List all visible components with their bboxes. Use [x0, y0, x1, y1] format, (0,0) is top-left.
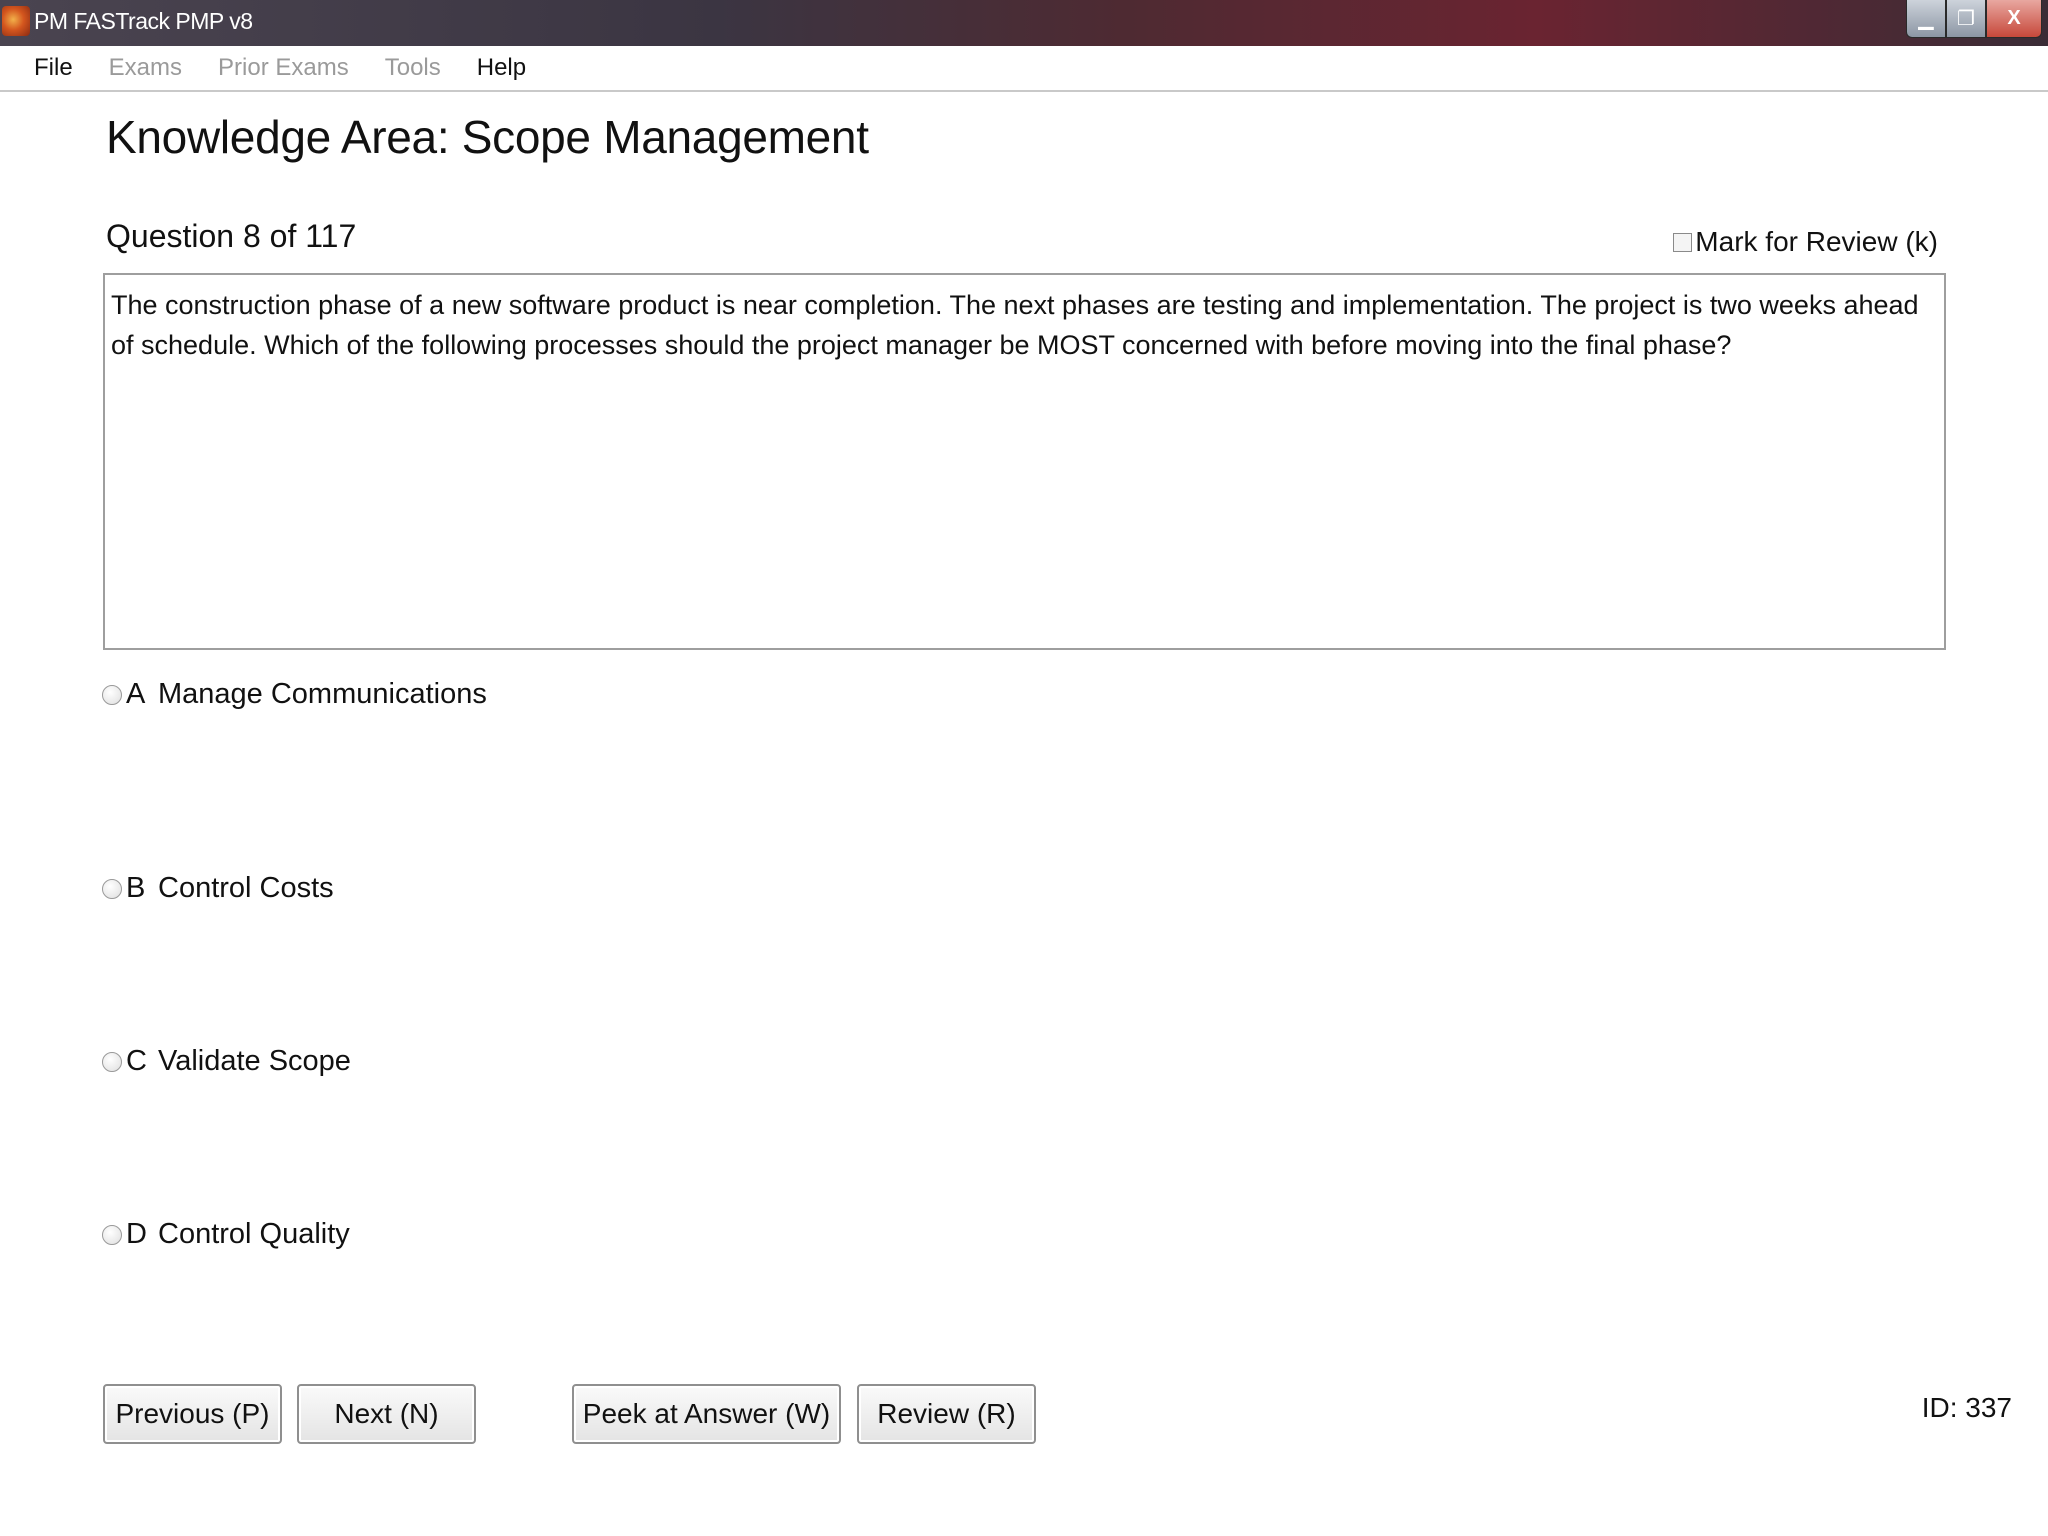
menu-help[interactable]: Help: [459, 54, 544, 82]
menu-tools: Tools: [384, 54, 441, 81]
answer-b-text: Control Costs: [158, 872, 334, 904]
menu-file[interactable]: File: [0, 54, 91, 82]
previous-button[interactable]: Previous (P): [103, 1384, 282, 1444]
mark-for-review[interactable]: Mark for Review (k): [1673, 226, 1938, 258]
knowledge-area-heading: Knowledge Area: Scope Management: [106, 111, 869, 163]
menu-exams: Exams: [108, 54, 183, 81]
window-title: PM FASTrack PMP v8: [34, 8, 253, 34]
answer-c-radio[interactable]: [102, 1051, 122, 1072]
menu-bar: File Exams Prior Exams Tools Help: [0, 46, 2048, 92]
restore-button[interactable]: ❐: [1946, 0, 1986, 38]
close-icon: X: [2007, 7, 2021, 29]
mark-for-review-label: Mark for Review (k): [1695, 226, 1938, 257]
answer-a-text: Manage Communications: [158, 678, 487, 710]
question-text: The construction phase of a new software…: [111, 290, 1919, 360]
answer-b-letter: B: [126, 872, 146, 904]
app-icon[interactable]: [2, 6, 30, 36]
answer-d-text: Control Quality: [158, 1218, 350, 1250]
question-id: ID: 337: [1921, 1392, 2012, 1423]
answer-a-letter: A: [126, 678, 146, 710]
answer-c-letter: C: [126, 1045, 147, 1077]
title-bar[interactable]: PM FASTrack PMP v8 ▁ ❐ X: [0, 0, 2048, 46]
menu-prior-exams: Prior Exams: [218, 54, 349, 81]
restore-icon: ❐: [1957, 8, 1975, 30]
peek-at-answer-button[interactable]: Peek at Answer (W): [572, 1384, 841, 1444]
answer-a-radio[interactable]: [102, 684, 122, 705]
close-button[interactable]: X: [1986, 0, 2042, 38]
answer-d-radio[interactable]: [102, 1224, 122, 1245]
answer-option-b[interactable]: B Control Costs: [102, 872, 334, 905]
minimize-button[interactable]: ▁: [1906, 0, 1946, 38]
answer-option-a[interactable]: A Manage Communications: [102, 678, 487, 711]
answer-option-c[interactable]: C Validate Scope: [102, 1045, 351, 1078]
next-button[interactable]: Next (N): [297, 1384, 476, 1444]
window-controls: ▁ ❐ X: [1906, 0, 2042, 38]
answer-d-letter: D: [126, 1218, 147, 1250]
minimize-icon: ▁: [1918, 8, 1934, 30]
question-counter: Question 8 of 117: [106, 218, 357, 254]
answer-c-text: Validate Scope: [158, 1045, 351, 1077]
app-window: PM FASTrack PMP v8 ▁ ❐ X File Exams Prio…: [0, 0, 2048, 1536]
question-text-box: The construction phase of a new software…: [103, 273, 1946, 650]
answer-b-radio[interactable]: [102, 878, 122, 899]
answer-option-d[interactable]: D Control Quality: [102, 1218, 350, 1251]
mark-for-review-checkbox[interactable]: [1673, 232, 1693, 252]
review-button[interactable]: Review (R): [857, 1384, 1036, 1444]
